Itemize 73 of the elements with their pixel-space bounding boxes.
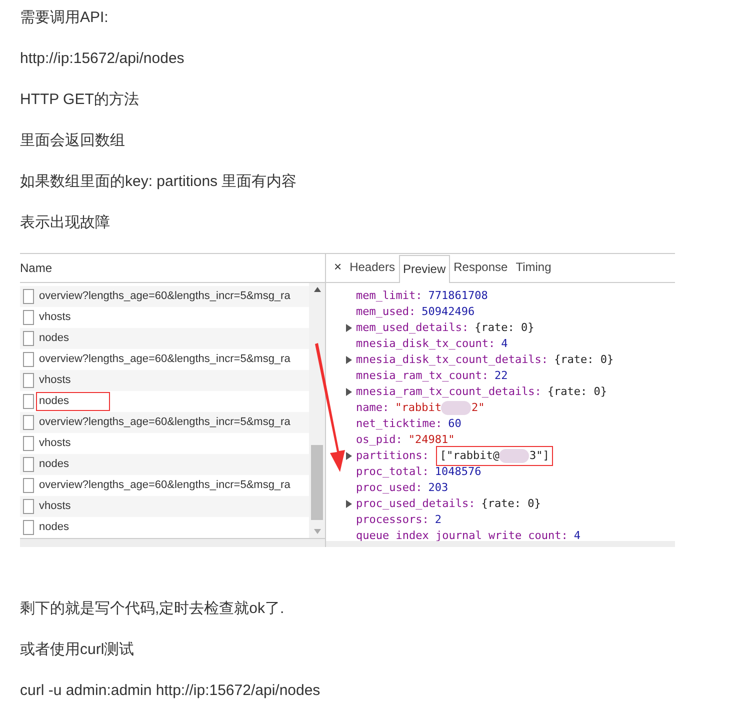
request-name[interactable]: nodes	[37, 393, 109, 410]
paragraph: HTTP GET的方法	[20, 90, 139, 110]
property-value: 771861708	[428, 288, 488, 304]
property-value: 22	[494, 368, 508, 384]
property-value: 4	[501, 336, 508, 352]
paragraph: http://ip:15672/api/nodes	[20, 49, 184, 69]
property-key: mem_used:	[356, 304, 416, 320]
column-header: Name	[20, 254, 325, 283]
file-icon	[23, 310, 34, 325]
property-key: mnesia_ram_tx_count_details:	[356, 384, 542, 400]
paragraph: 如果数组里面的key: partitions 里面有内容	[20, 172, 297, 192]
file-icon	[23, 457, 34, 472]
property-value: {rate: 0}	[547, 384, 608, 400]
file-icon	[23, 478, 34, 493]
file-icon	[23, 394, 34, 409]
property-value: ["rabbit@ 3"]	[436, 447, 552, 465]
request-name[interactable]: nodes	[39, 456, 69, 473]
close-button[interactable]: ×	[330, 256, 346, 282]
property-key: partitions:	[356, 448, 429, 464]
file-icon	[23, 520, 34, 535]
property-value: "rabbit 2"	[395, 400, 485, 416]
request-name[interactable]: nodes	[39, 330, 69, 347]
paragraph: 或者使用curl测试	[20, 640, 134, 660]
file-icon	[23, 373, 34, 388]
paragraph: 需要调用API:	[20, 8, 108, 28]
property-key: proc_total:	[356, 464, 429, 480]
request-name[interactable]: vhosts	[39, 309, 71, 326]
property-key: proc_used:	[356, 480, 422, 496]
paragraph: 剩下的就是写个代码,定时去检查就ok了.	[20, 599, 284, 619]
property-value: 60	[448, 416, 462, 432]
property-value: 203	[428, 480, 448, 496]
property-key: mnesia_disk_tx_count:	[356, 336, 496, 352]
property-key: proc_used_details:	[356, 496, 476, 512]
tab[interactable]: Timing	[512, 258, 556, 282]
file-icon	[23, 289, 34, 304]
request-name[interactable]: overview?lengths_age=60&lengths_incr=5&msg_ra	[39, 351, 290, 368]
tab[interactable]: Headers	[346, 258, 399, 282]
file-icon	[23, 436, 34, 451]
property-value: {rate: 0}	[474, 320, 534, 336]
paragraph: 里面会返回数组	[20, 131, 125, 151]
property-key: name:	[356, 400, 390, 416]
scrollbar[interactable]	[309, 283, 325, 538]
scroll-up-icon[interactable]	[314, 287, 320, 292]
request-name[interactable]: vhosts	[39, 435, 71, 452]
request-name[interactable]: nodes	[39, 519, 69, 536]
property-key: net_ticktime:	[356, 416, 442, 432]
property-value: 50942496	[422, 304, 475, 320]
property-value: "24981"	[408, 432, 455, 448]
expand-icon[interactable]	[346, 324, 352, 332]
request-name[interactable]: vhosts	[39, 372, 71, 389]
tab[interactable]: Preview	[398, 255, 450, 283]
property-key: mem_used_details:	[356, 320, 469, 336]
property-value: 4	[574, 528, 581, 541]
request-name[interactable]: overview?lengths_age=60&lengths_incr=5&msg_ra	[39, 477, 290, 494]
file-icon	[23, 352, 34, 367]
property-key: mnesia_disk_tx_count_details:	[356, 352, 548, 368]
property-value: 1048576	[434, 464, 482, 480]
paragraph: 表示出现故障	[20, 213, 110, 233]
file-icon	[23, 499, 34, 514]
scrollbar-thumb[interactable]	[311, 445, 323, 520]
expand-icon[interactable]	[346, 500, 352, 508]
property-key: processors:	[356, 512, 429, 528]
property-key: mem_limit:	[356, 288, 422, 304]
file-icon	[23, 331, 34, 346]
property-key: mnesia_ram_tx_count:	[356, 368, 488, 384]
property-key: os_pid:	[356, 432, 402, 448]
paragraph: curl -u admin:admin http://ip:15672/api/nodes	[20, 681, 320, 701]
property-value: {rate: 0}	[554, 352, 614, 368]
property-value: 2	[434, 512, 442, 528]
request-name[interactable]: vhosts	[39, 498, 71, 515]
file-icon	[23, 415, 34, 430]
property-value: {rate: 0}	[481, 496, 541, 512]
tab[interactable]: Response	[450, 258, 512, 282]
